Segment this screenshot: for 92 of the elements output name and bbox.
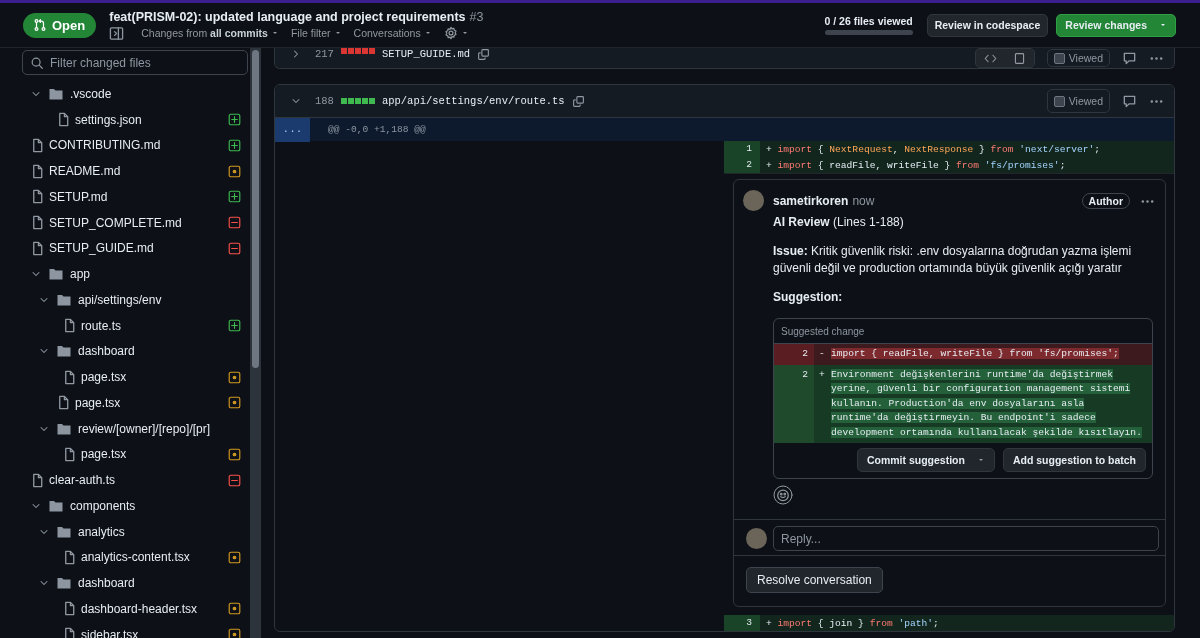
line-number: 1 — [724, 141, 760, 157]
file-item[interactable]: SETUP.md — [0, 184, 250, 210]
reply-field[interactable]: Reply... — [773, 526, 1159, 551]
commit-suggestion-button[interactable]: Commit suggestion — [856, 448, 995, 472]
file-item[interactable]: SETUP_COMPLETE.md — [0, 209, 250, 236]
folder-icon — [48, 266, 64, 283]
file-icon — [62, 549, 77, 565]
pull-request-icon — [33, 18, 47, 32]
file-path: app/api/settings/env/route.ts — [381, 95, 565, 107]
file-icon — [30, 137, 45, 153]
file-icon — [62, 446, 77, 462]
file-icon — [30, 189, 45, 205]
file-item[interactable]: page.tsx — [0, 364, 250, 390]
copy-icon[interactable] — [571, 94, 585, 108]
file-icon — [30, 240, 45, 256]
file-item[interactable]: SETUP_GUIDE.md — [0, 235, 250, 262]
diff-sign: + — [818, 367, 826, 382]
comment-icon[interactable] — [1122, 93, 1137, 109]
file-icon — [30, 163, 45, 179]
file-item[interactable]: page.tsx — [0, 390, 250, 416]
diffstat-drawing — [340, 48, 375, 54]
files-viewed-count: 0 / 26 files viewed — [824, 15, 913, 27]
file-icon — [62, 369, 77, 385]
file-item[interactable]: CONTRIBUTING.md — [0, 132, 250, 159]
folder-item[interactable]: analytics — [0, 518, 250, 545]
avatar — [743, 190, 764, 211]
pr-title: feat(PRISM-02): updated language and project requirements — [109, 9, 466, 24]
line-number: 2 — [724, 157, 760, 173]
file-icon — [62, 318, 77, 334]
file-icon — [62, 601, 77, 617]
change-count: 217 — [315, 48, 334, 60]
add-to-batch-button[interactable]: Add suggestion to batch — [1002, 448, 1146, 472]
toolbar-menu[interactable]: Changes from all commits — [137, 27, 283, 39]
file-item[interactable]: route.ts — [0, 312, 250, 339]
code-line: + import { join } from 'path'; — [765, 617, 939, 629]
folder-item[interactable]: api/settings/env — [0, 287, 250, 313]
folder-icon — [56, 343, 72, 360]
folder-icon — [56, 575, 72, 592]
folder-item[interactable]: dashboard — [0, 570, 250, 596]
line-number: 2 — [774, 364, 814, 443]
file-item[interactable]: page.tsx — [0, 441, 250, 468]
comment-time[interactable]: now — [852, 194, 875, 208]
toolbar-menu[interactable]: Conversations — [349, 27, 436, 39]
file-icon — [56, 112, 71, 128]
folder-item[interactable]: review/[owner]/[repo]/[pr] — [0, 415, 250, 442]
comment-text: Issue: Kritik güvenlik riski: .env dosyalarına doğrudan yazma işlemi güvenli değil ve production ortamında büyük güvenlik açığı yaratır — [773, 243, 1133, 277]
file-item[interactable]: settings.json — [0, 106, 250, 133]
hunk-header: @@ -0,0 +1,188 @@ — [328, 124, 426, 135]
folder-item[interactable]: components — [0, 493, 250, 519]
scrollbar[interactable] — [250, 48, 261, 638]
file-icon — [56, 395, 71, 411]
comment-icon[interactable] — [1122, 50, 1137, 66]
file-item[interactable]: analytics-content.tsx — [0, 544, 250, 571]
code-line: + import { readFile, writeFile } from 'fs/promises'; — [765, 159, 1066, 171]
file-icon — [30, 472, 45, 488]
line-number: 3 — [724, 615, 760, 631]
smiley-icon[interactable] — [773, 485, 793, 505]
file-path: SETUP_GUIDE.md — [381, 48, 471, 60]
file-item[interactable]: dashboard-header.tsx — [0, 596, 250, 622]
file-icon — [30, 215, 45, 231]
settings-icon — [443, 26, 458, 40]
file-icon — [1012, 51, 1026, 65]
file-item[interactable]: README.md — [0, 158, 250, 184]
sidebar-toggle-icon[interactable] — [109, 25, 125, 41]
file-icon — [62, 627, 77, 638]
file-item[interactable]: clear-auth.ts — [0, 467, 250, 493]
file-item[interactable]: sidebar.tsx — [0, 621, 250, 638]
line-number: 2 — [774, 344, 814, 365]
comment-text: AI Review (Lines 1-188) — [773, 214, 904, 231]
open-status-badge: Open — [23, 12, 97, 38]
expand-button[interactable]: ... — [275, 117, 310, 142]
filter-field[interactable]: Filter changed files — [22, 50, 248, 75]
change-count: 188 — [315, 95, 334, 107]
folder-item[interactable]: app — [0, 261, 250, 287]
diff-sign: - — [818, 347, 826, 361]
codespace-button[interactable]: Review in codespace — [926, 13, 1049, 37]
review-changes-button[interactable]: Review changes — [1056, 13, 1176, 37]
viewed-checkbox[interactable]: Viewed — [1046, 49, 1110, 67]
code-line: + import { NextRequest, NextResponse } from 'next/server'; — [765, 143, 1100, 155]
caret-icon — [1159, 21, 1167, 29]
copy-icon[interactable] — [477, 48, 491, 61]
resolve-conversation-button[interactable]: Resolve conversation — [746, 567, 883, 593]
folder-item[interactable]: dashboard — [0, 338, 250, 365]
pr-number: #3 — [469, 9, 484, 24]
avatar — [746, 528, 767, 549]
view-toggle[interactable] — [974, 48, 1035, 68]
author-name[interactable]: sametirkoren — [773, 194, 849, 208]
diffstat-drawing — [340, 98, 375, 104]
folder-item[interactable]: .vscode — [0, 81, 250, 107]
viewed-checkbox[interactable]: Viewed — [1046, 89, 1110, 113]
suggestion-heading: Suggestion: — [773, 289, 843, 306]
toolbar-menu[interactable]: File filter — [286, 27, 346, 39]
